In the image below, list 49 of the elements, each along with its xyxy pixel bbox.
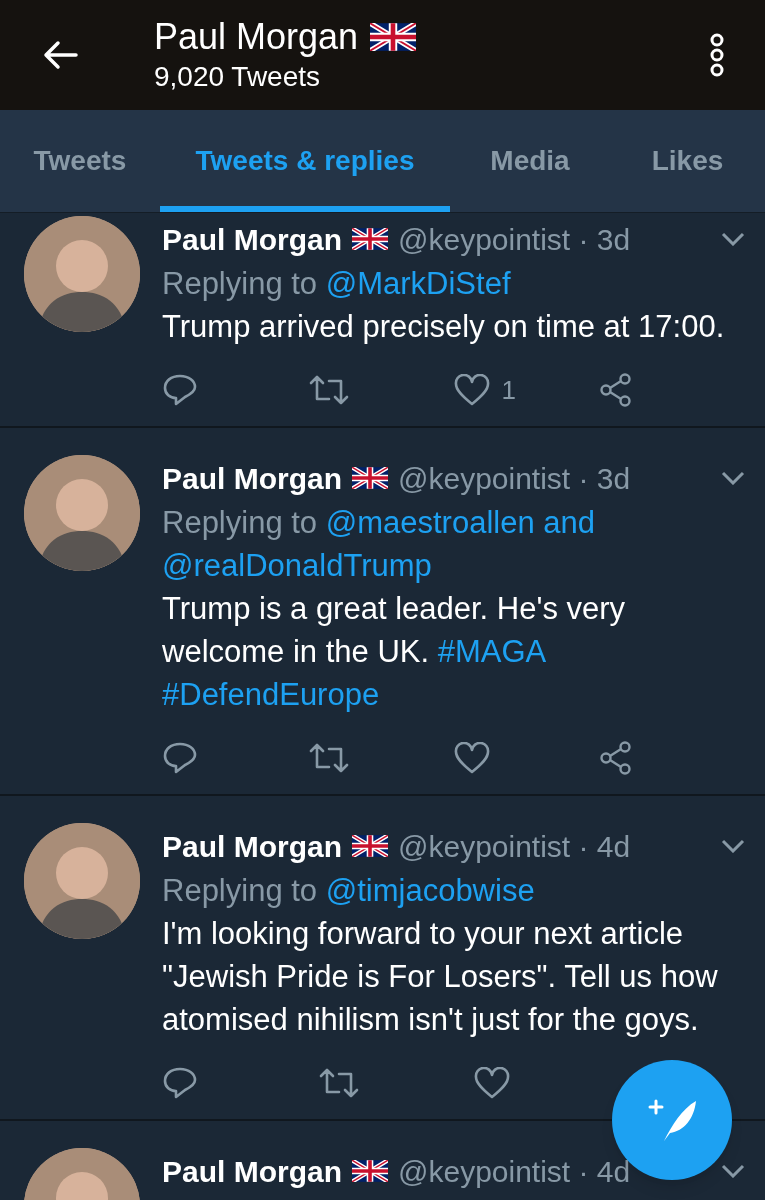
link[interactable]: #MAGA xyxy=(437,634,545,669)
chevron-down-icon[interactable] xyxy=(721,1164,745,1178)
flag-icon xyxy=(352,228,388,250)
profile-tab[interactable]: Tweets xyxy=(0,110,160,212)
replying-to-line: Replying to @MarkDiStef xyxy=(162,265,512,303)
share-icon[interactable] xyxy=(599,373,634,407)
link[interactable]: @maestroallen xyxy=(325,505,535,540)
tweet-text: Trump arrived precisely on time at 17:00. xyxy=(162,308,726,346)
retweet-icon[interactable] xyxy=(318,1067,360,1099)
reply-icon[interactable] xyxy=(162,373,198,407)
tweet-text: Trump is a great leader. He's very welcome in the UK. #MAGA #DefendEurope xyxy=(162,590,627,714)
replying-to-line: Replying to @maestroallen and @realDonaldTrump xyxy=(162,504,597,585)
author-handle: @keypointist · 4d xyxy=(398,1153,631,1190)
replying-to-line: Replying to @timjacobwise xyxy=(162,872,536,910)
chevron-down-icon[interactable] xyxy=(721,839,745,853)
chevron-down-icon[interactable] xyxy=(721,471,745,485)
link[interactable]: @MarkDiStef xyxy=(325,266,511,301)
link[interactable]: @timjacobwise xyxy=(325,873,535,908)
share-icon[interactable] xyxy=(599,741,634,775)
author-handle: @keypointist · 3d xyxy=(398,460,631,497)
retweet-icon[interactable] xyxy=(307,742,350,774)
author-name: Paul Morgan xyxy=(162,221,342,258)
flag-icon xyxy=(352,1160,388,1182)
flag-icon xyxy=(370,23,417,51)
author-name: Paul Morgan xyxy=(162,460,342,497)
author-name: Paul Morgan xyxy=(162,1153,342,1190)
like-icon[interactable] xyxy=(453,742,490,774)
profile-tab[interactable]: Likes xyxy=(610,110,765,212)
retweet-icon[interactable] xyxy=(307,374,350,406)
profile-tab[interactable]: Media xyxy=(450,110,610,212)
reply-icon[interactable] xyxy=(162,741,198,775)
like-icon[interactable] xyxy=(453,374,490,406)
link[interactable]: #DefendEurope xyxy=(162,677,380,712)
like-icon[interactable] xyxy=(474,1067,510,1099)
profile-tab[interactable]: Tweets & replies xyxy=(160,110,450,212)
flag-icon xyxy=(352,467,388,489)
author-name: Paul Morgan xyxy=(162,828,342,865)
chevron-down-icon[interactable] xyxy=(721,232,745,246)
link[interactable]: and xyxy=(543,505,596,540)
reply-icon[interactable] xyxy=(162,1066,198,1100)
like-count: 1 xyxy=(501,373,516,407)
tweet-count: 9,020 Tweets xyxy=(154,60,322,94)
more-options-icon[interactable] xyxy=(709,33,725,77)
author-handle: @keypointist · 3d xyxy=(398,221,631,258)
tweet-text: I'm looking forward to your next article "Jewish Pride is For Losers". Tell us how atomised nihilism isn't just for the goys. xyxy=(162,915,719,1039)
profile-name: Paul Morgan xyxy=(154,15,359,59)
link[interactable]: @realDonaldTrump xyxy=(162,548,432,583)
author-handle: @keypointist · 4d xyxy=(398,828,631,865)
flag-icon xyxy=(352,835,388,857)
